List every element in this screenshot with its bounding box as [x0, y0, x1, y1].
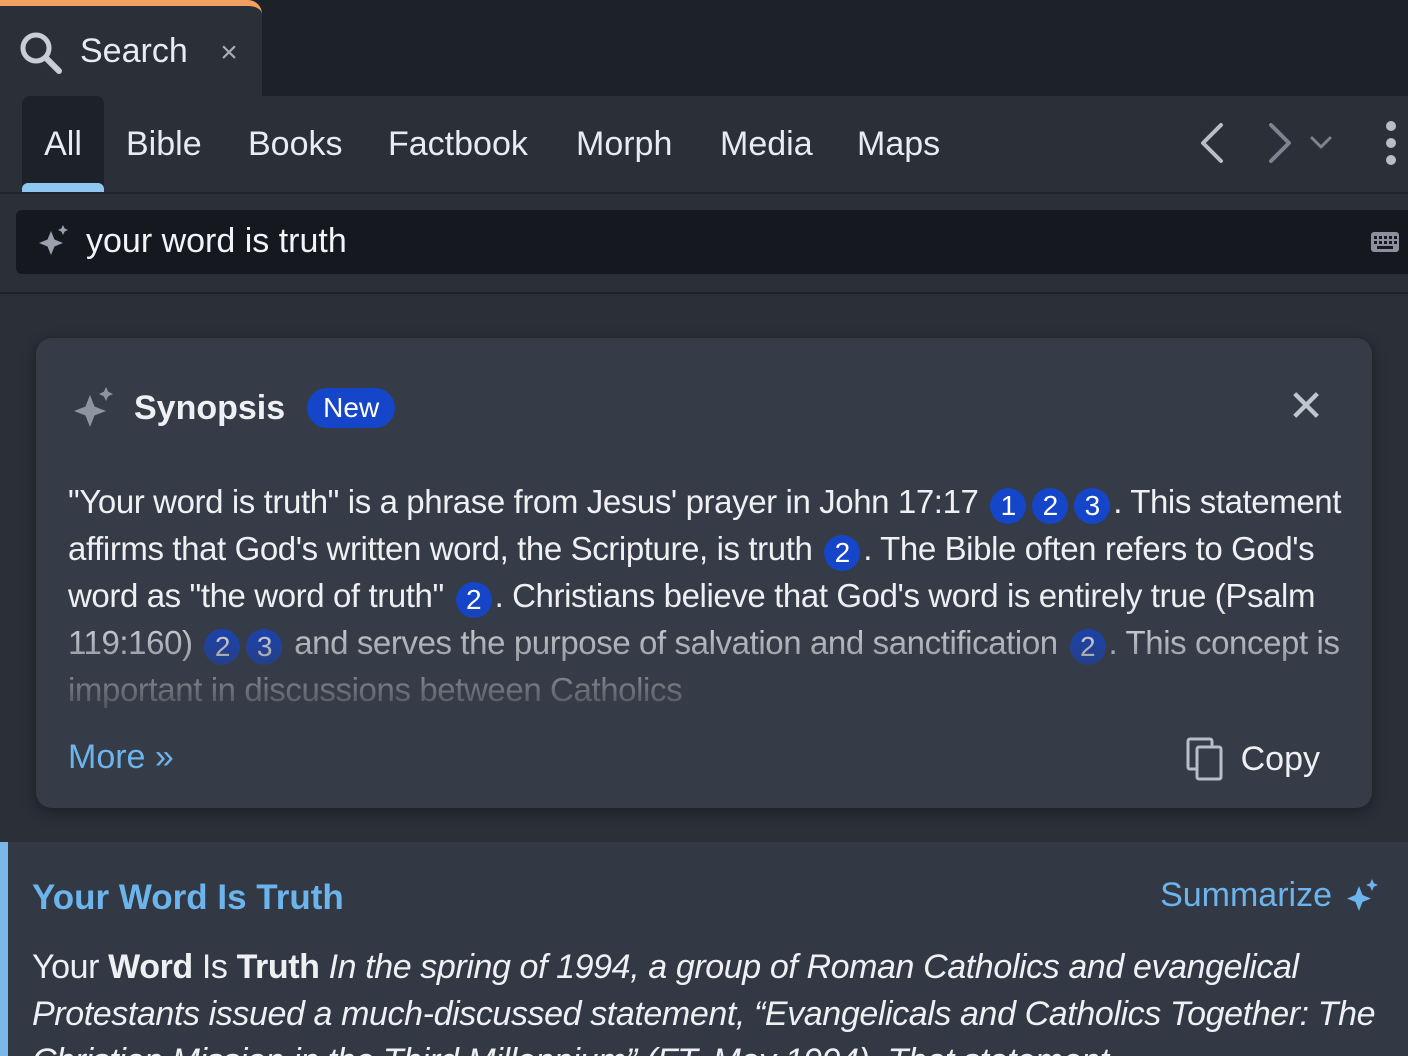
snippet-word: Your [32, 948, 109, 986]
citation-badge[interactable]: 3 [1074, 488, 1111, 524]
citation-badge[interactable]: 2 [204, 629, 241, 665]
tab-maps[interactable]: Maps [857, 96, 940, 192]
tab-bible[interactable]: Bible [126, 96, 202, 192]
search-input[interactable]: your word is truth [16, 210, 1408, 274]
chevron-left-icon [1201, 123, 1223, 163]
synopsis-sentence: "Your word is truth" is a phrase from Je… [68, 483, 979, 520]
synopsis-title: Synopsis [134, 388, 286, 427]
category-tab-bar: All Bible Books Factbook Morph Media Map… [0, 96, 1408, 194]
search-result-item: Your Word Is Truth Summarize Your Word I… [0, 842, 1408, 1056]
sparkle-icon [1347, 878, 1378, 911]
copy-icon [1186, 737, 1223, 781]
citation-badge[interactable]: 2 [824, 535, 861, 571]
tab-media[interactable]: Media [720, 96, 813, 192]
tab-morph[interactable]: Morph [576, 96, 672, 192]
summarize-button[interactable]: Summarize [1160, 876, 1380, 915]
synopsis-sentence: and serves the purpose of salvation and … [294, 624, 1058, 661]
search-tab-title: Search [80, 32, 188, 70]
sparkle-icon [36, 224, 70, 263]
tab-strip: Search × [0, 0, 1408, 96]
result-snippet: Your Word Is Truth In the spring of 1994… [32, 944, 1402, 1056]
citation-badge[interactable]: 2 [1032, 488, 1069, 524]
sparkle-icon [74, 387, 113, 427]
forward-button[interactable] [1260, 118, 1300, 168]
synopsis-text: "Your word is truth" is a phrase from Je… [68, 478, 1348, 708]
kebab-menu-icon [1386, 121, 1396, 165]
snippet-word: Is [192, 948, 237, 986]
keyboard-icon[interactable] [1370, 230, 1400, 259]
tab-books[interactable]: Books [248, 96, 343, 192]
chevron-right-icon [1269, 123, 1291, 163]
summarize-label: Summarize [1160, 876, 1332, 914]
snippet-highlight: Truth [236, 948, 320, 986]
tab-all[interactable]: All [22, 96, 104, 192]
close-synopsis-button[interactable]: ✕ [1286, 382, 1326, 431]
back-button[interactable] [1192, 118, 1232, 168]
more-link[interactable]: More » [68, 738, 174, 777]
citation-badge[interactable]: 2 [1069, 629, 1106, 665]
synopsis-card: Synopsis New ✕ "Your word is truth" is a… [36, 338, 1372, 808]
citation-badge[interactable]: 2 [455, 582, 492, 618]
more-options-button[interactable] [1376, 118, 1406, 168]
history-dropdown-button[interactable] [1306, 118, 1336, 168]
query-area: your word is truth [0, 194, 1408, 294]
search-icon [18, 30, 64, 81]
tab-factbook[interactable]: Factbook [388, 96, 528, 192]
new-badge: New [307, 388, 396, 428]
snippet-highlight: Word [108, 948, 193, 986]
copy-label: Copy [1240, 739, 1320, 778]
citation-badge[interactable]: 3 [246, 629, 283, 665]
citation-badge[interactable]: 1 [990, 488, 1027, 524]
close-tab-button[interactable]: × [214, 36, 244, 69]
search-query-text: your word is truth [86, 222, 347, 260]
result-title[interactable]: Your Word Is Truth [32, 878, 344, 918]
search-tab[interactable]: Search × [0, 0, 262, 96]
synopsis-header: Synopsis New [70, 386, 396, 430]
chevron-down-icon [1310, 136, 1332, 149]
copy-button[interactable]: Copy [1185, 736, 1320, 782]
